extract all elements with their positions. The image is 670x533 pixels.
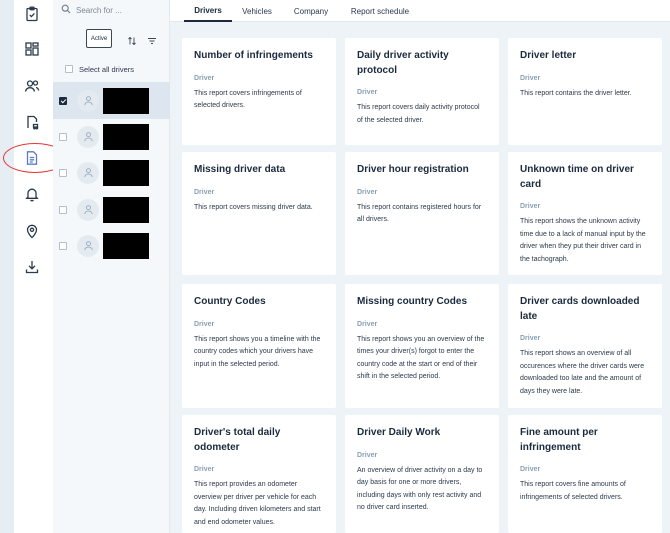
report-title: Driver cards downloaded late xyxy=(520,296,640,322)
report-title: Missing country Codes xyxy=(357,296,468,307)
report-card[interactable]: Missing driver data Driver This report c… xyxy=(182,152,336,275)
report-title: Fine amount per infringement xyxy=(520,427,598,453)
report-card[interactable]: Driver Daily Work Driver An overview of … xyxy=(345,415,499,533)
filter-row: Active xyxy=(53,28,170,50)
report-category: Driver xyxy=(194,74,215,82)
driver-checkbox[interactable] xyxy=(59,132,67,141)
rail-edge-strip xyxy=(0,0,14,533)
tab-report-schedule[interactable]: Report schedule xyxy=(346,0,414,22)
driver-list-panel: Active Select all drivers xyxy=(53,0,170,533)
report-card[interactable]: Daily driver activity protocol Driver Th… xyxy=(345,38,499,145)
search-input[interactable] xyxy=(76,5,166,15)
driver-row[interactable] xyxy=(53,227,170,264)
avatar xyxy=(77,125,99,148)
avatar xyxy=(77,161,99,184)
driver-checkbox[interactable] xyxy=(59,96,67,105)
report-description: This report shows an overview of all occ… xyxy=(520,350,645,395)
report-description: This report covers infringements of sele… xyxy=(194,89,302,110)
report-category: Driver xyxy=(520,74,541,82)
report-category: Driver xyxy=(520,203,541,210)
driver-row[interactable] xyxy=(53,154,170,191)
report-title: Missing driver data xyxy=(194,164,286,175)
active-filter-button[interactable]: Active xyxy=(86,29,112,48)
report-title: Daily driver activity protocol xyxy=(357,50,449,76)
search-icon xyxy=(61,1,71,19)
report-description: This report covers missing driver data. xyxy=(194,203,313,211)
location-pin-icon[interactable] xyxy=(24,223,40,239)
report-description: This report contains registered hours fo… xyxy=(357,203,482,224)
report-category: Driver xyxy=(357,320,378,328)
filter-lines-icon[interactable] xyxy=(147,33,157,44)
sort-arrows-icon[interactable] xyxy=(127,33,137,46)
report-description: This report shows the unknown activity t… xyxy=(520,218,646,263)
report-title: Driver hour registration xyxy=(357,164,469,175)
driver-checkbox[interactable] xyxy=(59,205,67,214)
clipboard-check-icon[interactable] xyxy=(24,6,40,22)
vehicle-document-icon[interactable] xyxy=(24,114,40,130)
driver-row[interactable] xyxy=(53,191,170,228)
report-category: Driver xyxy=(520,466,541,473)
redacted-driver-name xyxy=(103,123,149,150)
driver-row[interactable] xyxy=(53,82,170,119)
report-card[interactable]: Driver letter Driver This report contain… xyxy=(508,38,662,145)
report-category: Driver xyxy=(357,188,378,196)
users-icon[interactable] xyxy=(24,78,40,94)
report-card[interactable]: Country Codes Driver This report shows y… xyxy=(182,284,336,408)
report-title: Country Codes xyxy=(194,296,266,307)
report-description: This report provides an odometer overvie… xyxy=(194,481,321,526)
report-title: Number of infringements xyxy=(194,50,313,61)
report-card[interactable]: Number of infringements Driver This repo… xyxy=(182,38,336,145)
report-tabs: Drivers Vehicles Company Report schedule xyxy=(170,0,670,22)
report-category: Driver xyxy=(194,466,215,473)
driver-checkbox[interactable] xyxy=(59,168,67,177)
avatar xyxy=(77,89,99,112)
report-title: Driver's total daily odometer xyxy=(194,427,281,453)
select-all-label: Select all drivers xyxy=(79,64,135,74)
redacted-driver-name xyxy=(103,196,149,223)
report-title: Driver Daily Work xyxy=(357,427,441,438)
report-description: This report shows you a timeline with th… xyxy=(194,335,321,368)
dashboard-grid-icon[interactable] xyxy=(24,41,40,57)
report-category: Driver xyxy=(194,320,215,328)
reports-main: Drivers Vehicles Company Report schedule… xyxy=(170,0,670,533)
redacted-driver-name xyxy=(103,159,149,186)
app-window: Active Select all drivers xyxy=(0,0,670,533)
report-title: Unknown time on driver card xyxy=(520,164,634,190)
report-card[interactable]: Fine amount per infringement Driver This… xyxy=(508,415,662,533)
redacted-driver-name xyxy=(103,87,149,114)
report-category: Driver xyxy=(357,451,378,459)
tab-drivers[interactable]: Drivers xyxy=(184,0,232,22)
report-card[interactable]: Driver cards downloaded late Driver This… xyxy=(508,284,662,408)
report-category: Driver xyxy=(194,188,215,196)
tab-company[interactable]: Company xyxy=(288,0,334,22)
icon-rail xyxy=(0,0,67,533)
report-title: Driver letter xyxy=(520,50,577,61)
driver-checkbox[interactable] xyxy=(59,241,67,250)
avatar xyxy=(77,234,99,257)
select-all-checkbox[interactable] xyxy=(65,65,73,73)
report-category: Driver xyxy=(520,335,541,342)
search-bar xyxy=(53,0,170,20)
redacted-driver-name xyxy=(103,232,149,259)
report-description: An overview of driver activity on a day … xyxy=(357,466,483,512)
download-tray-icon[interactable] xyxy=(24,259,40,275)
driver-row[interactable] xyxy=(53,118,170,155)
report-card[interactable]: Missing country Codes Driver This report… xyxy=(345,284,499,408)
bell-icon[interactable] xyxy=(24,186,40,202)
select-all-row[interactable]: Select all drivers xyxy=(53,60,170,78)
report-card[interactable]: Driver's total daily odometer Driver Thi… xyxy=(182,415,336,533)
avatar xyxy=(77,198,99,221)
tab-vehicles[interactable]: Vehicles xyxy=(236,0,278,22)
report-description: This report shows you an overview of the… xyxy=(357,335,485,381)
report-card[interactable]: Unknown time on driver card Driver This … xyxy=(508,152,662,275)
report-description: This report contains the driver letter. xyxy=(520,89,632,97)
report-description: This report covers daily activity protoc… xyxy=(357,104,480,124)
report-description: This report covers fine amounts of infri… xyxy=(520,481,626,501)
report-category: Driver xyxy=(357,89,378,96)
report-card[interactable]: Driver hour registration Driver This rep… xyxy=(345,152,499,275)
